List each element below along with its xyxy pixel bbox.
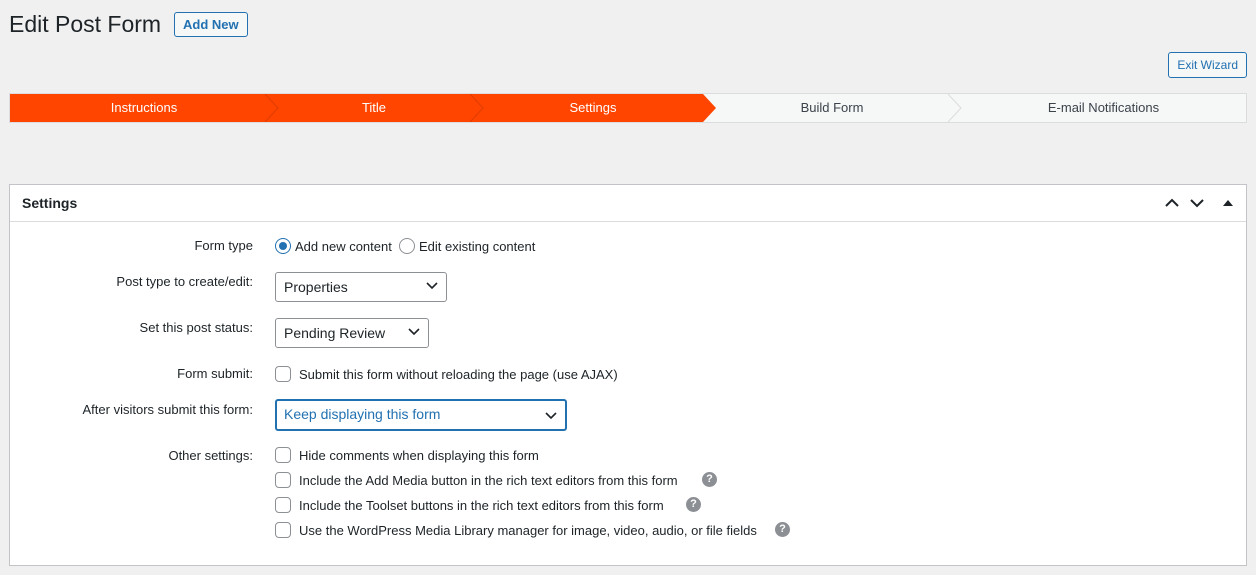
post-status-label: Set this post status: (139, 320, 253, 335)
settings-panel: Settings Form type Add new content Edit … (9, 184, 1247, 566)
media-library-checkbox-label[interactable]: Use the WordPress Media Library manager … (299, 523, 757, 538)
after-submit-label: After visitors submit this form: (82, 402, 253, 417)
page-title: Edit Post Form (9, 11, 162, 37)
help-icon[interactable]: ? (775, 522, 790, 537)
move-down-button[interactable] (1185, 191, 1209, 215)
toolset-buttons-checkbox[interactable] (275, 497, 291, 513)
post-status-select-value: Pending Review (284, 325, 386, 341)
collapse-triangle-icon (1223, 200, 1233, 206)
radio-add-new-content[interactable] (275, 238, 291, 254)
ajax-submit-checkbox[interactable] (275, 366, 291, 382)
help-icon[interactable]: ? (686, 497, 701, 512)
settings-panel-title: Settings (22, 195, 78, 211)
after-submit-select-value: Keep displaying this form (284, 406, 441, 422)
wizard-step-email-notifications[interactable]: E-mail Notifications (961, 94, 1246, 122)
post-type-select-value: Properties (284, 279, 348, 295)
add-media-button-checkbox-label[interactable]: Include the Add Media button in the rich… (299, 473, 678, 488)
chevron-down-icon (408, 328, 420, 336)
settings-panel-header: Settings (10, 185, 1246, 222)
post-type-label: Post type to create/edit: (116, 274, 253, 289)
add-media-button-checkbox[interactable] (275, 472, 291, 488)
wizard-step-title[interactable]: Title (269, 94, 479, 122)
chevron-down-icon (545, 412, 557, 420)
post-status-select[interactable]: Pending Review (275, 318, 429, 348)
help-icon[interactable]: ? (702, 472, 717, 487)
hide-comments-checkbox-label[interactable]: Hide comments when displaying this form (299, 448, 539, 463)
other-settings-label: Other settings: (168, 448, 253, 463)
wizard-step-build-form[interactable]: Build Form (716, 94, 948, 122)
toggle-panel-button[interactable] (1216, 191, 1240, 215)
move-up-button[interactable] (1160, 191, 1184, 215)
radio-edit-existing-content-label[interactable]: Edit existing content (419, 239, 535, 254)
form-type-label: Form type (194, 238, 253, 253)
exit-wizard-button[interactable]: Exit Wizard (1168, 52, 1247, 78)
wizard-step-instructions[interactable]: Instructions (10, 94, 278, 122)
chevron-down-icon (426, 282, 438, 290)
post-type-select[interactable]: Properties (275, 272, 447, 302)
wizard-progress-bar: Instructions Title Settings Build Form E… (9, 93, 1247, 123)
ajax-submit-checkbox-label[interactable]: Submit this form without reloading the p… (299, 367, 618, 382)
wizard-step-settings[interactable]: Settings (483, 94, 703, 122)
after-submit-select[interactable]: Keep displaying this form (275, 399, 567, 431)
media-library-checkbox[interactable] (275, 522, 291, 538)
chevron-up-icon (1165, 198, 1179, 207)
form-submit-label: Form submit: (177, 366, 253, 381)
toolset-buttons-checkbox-label[interactable]: Include the Toolset buttons in the rich … (299, 498, 664, 513)
radio-edit-existing-content[interactable] (399, 238, 415, 254)
add-new-button[interactable]: Add New (174, 12, 248, 37)
radio-add-new-content-label[interactable]: Add new content (295, 239, 392, 254)
hide-comments-checkbox[interactable] (275, 447, 291, 463)
chevron-down-icon (1190, 199, 1204, 208)
